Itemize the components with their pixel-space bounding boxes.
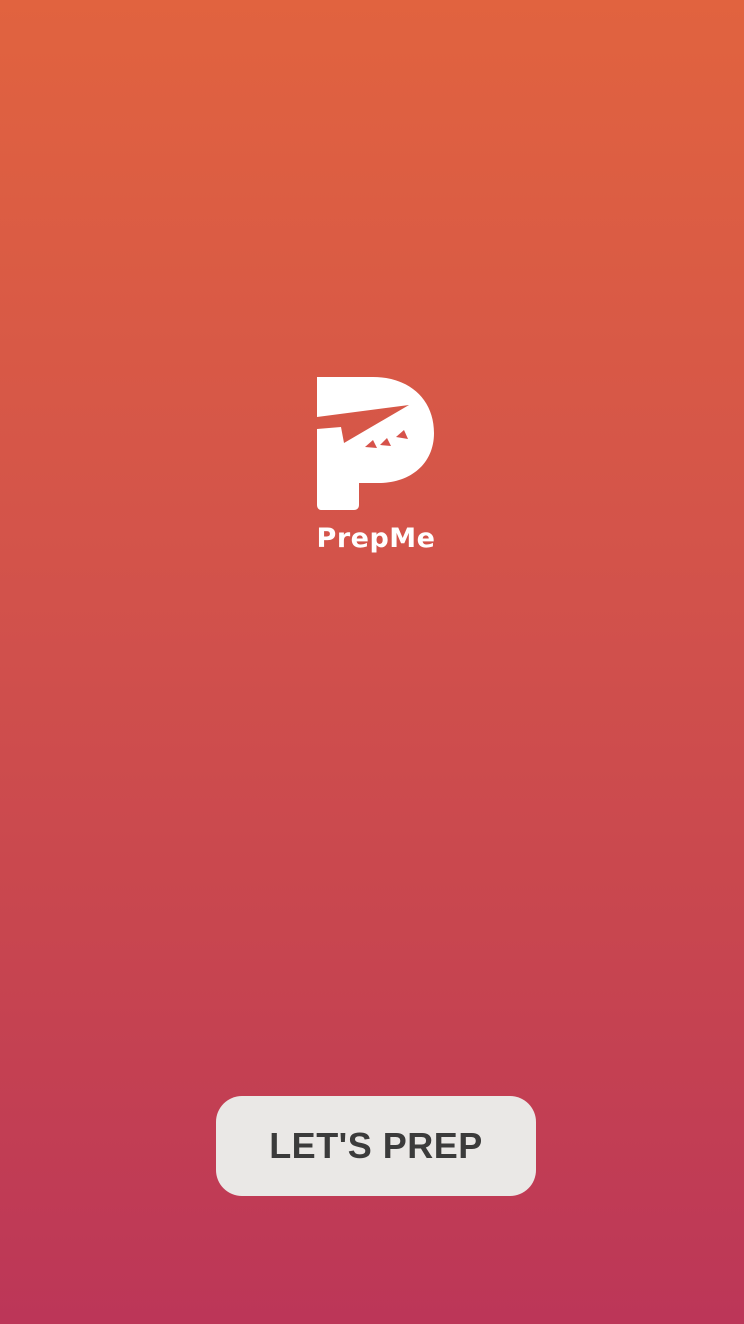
app-title: PrepMe: [316, 523, 436, 554]
prepme-p-logo-icon: [317, 377, 434, 510]
lets-prep-button[interactable]: LET'S PREP: [216, 1096, 536, 1196]
app-branding: PrepMe: [0, 377, 744, 554]
splash-screen: PrepMe LET'S PREP: [0, 0, 744, 1324]
